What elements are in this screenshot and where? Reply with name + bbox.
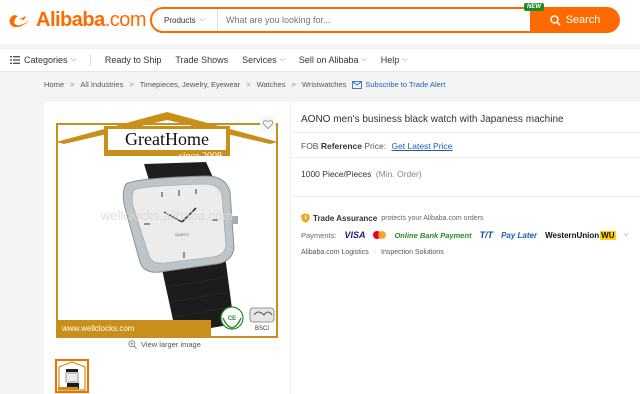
- shield-icon: [301, 213, 310, 223]
- nav-help-label: Help: [380, 55, 400, 65]
- chevron-down-icon: ⌵: [199, 16, 205, 23]
- image-brand-text: GreatHome: [125, 129, 209, 149]
- product-info: AONO men's business black watch with Jap…: [290, 102, 640, 394]
- inspection-link[interactable]: Inspection Solutions: [381, 249, 444, 256]
- fob-price-row: FOB Reference Price: Get Latest Price: [301, 141, 452, 151]
- nav-sell-on-alibaba[interactable]: Sell on Alibaba ⌵: [299, 55, 367, 65]
- image-website-text: www.wellclocks.com: [61, 324, 135, 333]
- logo-suffix: .com: [104, 9, 147, 31]
- western-union-logo: WesternUnion WU: [545, 230, 616, 240]
- image-seal-label: CE: [228, 316, 236, 322]
- nav-services[interactable]: Services ⌵: [242, 55, 285, 65]
- trade-assurance-label[interactable]: Trade Assurance: [313, 214, 377, 223]
- logo-text: Alibaba: [36, 9, 105, 31]
- divider: [291, 132, 640, 133]
- nav-trade-shows[interactable]: Trade Shows: [175, 55, 228, 65]
- payments-label: Payments:: [301, 230, 337, 240]
- divider: [291, 157, 640, 158]
- breadcrumb-item[interactable]: Watches: [257, 80, 286, 89]
- view-larger-label: View larger image: [141, 340, 201, 349]
- western-union-text: WesternUnion: [545, 230, 600, 240]
- nav-categories-label: Categories: [24, 55, 68, 65]
- nav-ready-to-ship[interactable]: Ready to Ship: [105, 55, 162, 65]
- nav-ready-to-ship-label: Ready to Ship: [104, 55, 162, 65]
- breadcrumb-item[interactable]: All Industries: [80, 80, 123, 89]
- image-cert-label: BSCI: [255, 326, 269, 332]
- breadcrumb-separator: >: [70, 80, 75, 89]
- mastercard-icon: [373, 231, 387, 239]
- main-nav: Categories ⌵ Ready to Ship Trade Shows S…: [0, 48, 640, 72]
- breadcrumb-item[interactable]: Wristwatches: [302, 80, 346, 89]
- visa-logo: VISA: [344, 230, 366, 240]
- product-thumbnail[interactable]: [55, 359, 89, 393]
- moq-label: (Min. Order): [375, 169, 422, 179]
- chevron-down-icon[interactable]: ⌵: [624, 231, 629, 239]
- chevron-down-icon: ⌵: [70, 56, 76, 63]
- tt-logo: T/T: [479, 230, 494, 240]
- breadcrumb: Home > All Industries > Timepieces, Jewelr…: [44, 80, 445, 89]
- breadcrumb-separator: >: [291, 80, 296, 89]
- subscribe-trade-alert-link[interactable]: Subscribe to Trade Alert: [352, 80, 445, 89]
- trade-assurance-desc: protects your Alibaba.com orders: [381, 214, 484, 222]
- separator-dot: ·: [373, 249, 377, 256]
- services-row: Alibaba.com Logistics · Inspection Solutio…: [301, 249, 444, 256]
- image-watermark: wellclocks.alibaba.com: [100, 208, 233, 223]
- view-larger-image-link[interactable]: View larger image: [128, 340, 201, 349]
- svg-text:QUARTZ: QUARTZ: [175, 233, 190, 237]
- breadcrumb-separator: >: [246, 80, 251, 89]
- fob-reference: Reference: [320, 141, 362, 151]
- mail-icon: [352, 80, 363, 89]
- zoom-icon: [128, 340, 137, 349]
- fob-prefix: FOB: [301, 141, 319, 151]
- nav-services-label: Services: [242, 55, 277, 65]
- product-gallery: GreatHome since 2008 QUARTZ wellclocks.a…: [44, 102, 290, 394]
- breadcrumb-separator: >: [129, 80, 134, 89]
- alibaba-logo-icon: [9, 14, 30, 27]
- search-input[interactable]: [218, 15, 562, 25]
- trade-assurance-row: Trade Assurance protects your Alibaba.co…: [301, 213, 484, 223]
- nav-categories[interactable]: Categories ⌵: [10, 55, 76, 65]
- image-since-text: since 2008: [179, 151, 222, 162]
- ce-seal-icon: CE: [220, 306, 244, 330]
- chevron-down-icon: ⌵: [279, 56, 285, 63]
- top-header: Alibaba.com Products ⌵ Search NEW: [0, 0, 640, 44]
- product-main-image[interactable]: GreatHome since 2008 QUARTZ wellclocks.a…: [56, 112, 278, 338]
- search-bar: Products ⌵: [150, 7, 590, 33]
- search-icon: [549, 14, 561, 26]
- product-title: AONO men's business black watch with Jap…: [301, 114, 564, 125]
- online-bank-payment-logo: Online Bank Payment: [394, 230, 472, 240]
- favorite-button[interactable]: [260, 116, 276, 132]
- breadcrumb-item[interactable]: Home: [44, 80, 64, 89]
- menu-icon: [10, 56, 20, 64]
- pay-later-logo: Pay Later: [501, 230, 538, 240]
- nav-trade-shows-label: Trade Shows: [175, 55, 229, 65]
- subscribe-label: Subscribe to Trade Alert: [365, 80, 446, 89]
- moq-value: 1000 Piece/Pieces: [301, 169, 372, 179]
- chevron-down-icon: ⌵: [361, 56, 367, 63]
- western-union-suffix: WU: [600, 230, 616, 240]
- nav-sell-label: Sell on Alibaba: [298, 55, 359, 65]
- divider: [291, 196, 640, 197]
- fob-price-label: Price:: [364, 141, 387, 151]
- breadcrumb-item[interactable]: Timepieces, Jewelry, Eyewear: [140, 80, 240, 89]
- heart-icon: [263, 119, 273, 129]
- logistics-link[interactable]: Alibaba.com Logistics: [301, 249, 369, 256]
- payments-row: Payments: VISA Online Bank Payment T/T P…: [301, 230, 629, 240]
- min-order-row: 1000 Piece/Pieces (Min. Order): [301, 169, 422, 179]
- search-button[interactable]: Search: [530, 7, 620, 33]
- search-category-label: Products: [164, 15, 196, 25]
- search-button-label: Search: [565, 14, 601, 26]
- chevron-down-icon: ⌵: [402, 56, 408, 63]
- new-badge: NEW: [524, 3, 544, 11]
- search-category-select[interactable]: Products ⌵: [152, 9, 218, 31]
- alibaba-logo[interactable]: Alibaba.com: [8, 9, 147, 32]
- get-latest-price-link[interactable]: Get Latest Price: [391, 141, 452, 151]
- nav-help[interactable]: Help ⌵: [381, 55, 408, 65]
- nav-divider: [89, 54, 91, 66]
